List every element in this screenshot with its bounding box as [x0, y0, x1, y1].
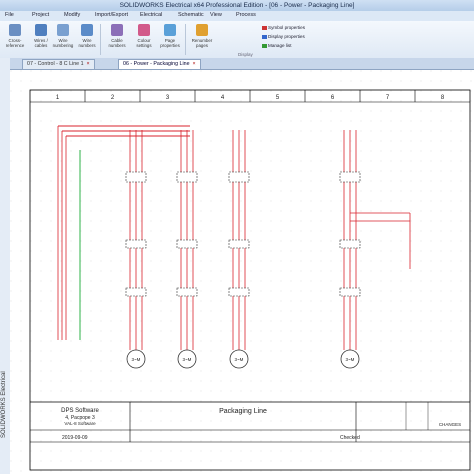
overload-relay	[228, 287, 250, 297]
address-line-2: VAL-8 Software	[64, 421, 96, 426]
motor-label: 3~M	[346, 357, 355, 362]
menu-view[interactable]: View	[210, 12, 222, 18]
button-label: Colour settings	[136, 38, 152, 48]
ribbon: Cross-reference Wires / cables Wire numb…	[0, 21, 474, 59]
button-label: Renumber pages	[191, 38, 213, 48]
symbol-icon	[262, 25, 267, 30]
menu-process[interactable]: Process	[236, 12, 256, 18]
cross-reference-button[interactable]: Cross-reference	[2, 24, 28, 54]
motor-label: 3~M	[235, 357, 244, 362]
colour-settings-button[interactable]: Colour settings	[131, 24, 157, 54]
menu-modify[interactable]: Modify	[64, 12, 80, 18]
company-name: DPS Software	[61, 408, 99, 414]
contactor	[125, 239, 147, 249]
button-label: Page properties	[160, 38, 180, 48]
checked-label: Checked	[340, 435, 360, 441]
menu-project[interactable]: Project	[32, 12, 49, 18]
document-tabs: 07 - Control - 8 C Line 1 × 06 - Power - …	[10, 58, 474, 70]
list-icon	[262, 43, 267, 48]
renumber-pages-button[interactable]: Renumber pages	[189, 24, 215, 54]
menu-schematic[interactable]: Schematic	[178, 12, 204, 18]
close-icon[interactable]: ×	[193, 61, 196, 67]
window-title: SOLIDWORKS Electrical x64 Professional E…	[119, 2, 355, 9]
symbol-properties-item[interactable]: Symbol properties	[262, 25, 305, 30]
changes-label: CHANGES	[439, 422, 461, 427]
wire-style-icon	[35, 24, 47, 36]
ribbon-group-label: Display	[238, 52, 253, 57]
schematic-drawing: 12345678 3~M 3~M 3~M 3~M DPS Software 4,…	[10, 70, 474, 474]
tab-control-page[interactable]: 07 - Control - 8 C Line 1 ×	[22, 59, 95, 69]
wire-numbering-button[interactable]: Wire numbering	[50, 24, 76, 54]
cross-reference-icon	[9, 24, 21, 36]
contactor	[228, 239, 250, 249]
drawing-title: Packaging Line	[219, 408, 267, 415]
button-label: Wire numbers	[78, 38, 96, 48]
wire-numbering-icon	[57, 24, 69, 36]
contactor	[176, 239, 198, 249]
motor-label: 3~M	[183, 357, 192, 362]
overload-relay	[176, 287, 198, 297]
motor-label: 3~M	[132, 357, 141, 362]
ribbon-separator	[100, 24, 101, 55]
circuit-breaker	[228, 171, 250, 183]
cable-numbers-button[interactable]: Cable numbers	[104, 24, 130, 54]
page-properties-button[interactable]: Page properties	[157, 24, 183, 54]
menu-import-export[interactable]: Import/Export	[95, 12, 128, 18]
manage-list-item[interactable]: Manage list	[262, 43, 292, 48]
circuit-breaker	[339, 171, 361, 183]
cable-numbers-icon	[111, 24, 123, 36]
button-label: Wire numbering	[52, 38, 74, 48]
button-label: Cable numbers	[108, 38, 126, 48]
color-settings-icon	[138, 24, 150, 36]
display-icon	[262, 34, 267, 39]
schematic-canvas[interactable]: 12345678 3~M 3~M 3~M 3~M DPS Software 4,…	[10, 70, 474, 474]
renumber-icon	[196, 24, 208, 36]
circuit-breaker	[125, 171, 147, 183]
sidebar-label: SOLIDWORKS Electrical	[1, 371, 7, 438]
overload-relay	[125, 287, 147, 297]
wire-numbers-button[interactable]: Wire numbers	[74, 24, 100, 54]
button-label: Cross-reference	[5, 38, 25, 48]
page-properties-icon	[164, 24, 176, 36]
menu-electrical[interactable]: Electrical	[140, 12, 162, 18]
circuit-breaker	[176, 171, 198, 183]
drawing-date: 2019-09-09	[62, 435, 88, 441]
contactor	[339, 239, 361, 249]
display-properties-item[interactable]: Display properties	[262, 34, 305, 39]
close-icon[interactable]: ×	[87, 61, 90, 67]
overload-relay	[339, 287, 361, 297]
ribbon-separator	[185, 24, 186, 55]
tab-power-page[interactable]: 06 - Power - Packaging Line ×	[118, 59, 201, 69]
menu-file[interactable]: File	[5, 12, 14, 18]
wire-numbers-icon	[81, 24, 93, 36]
